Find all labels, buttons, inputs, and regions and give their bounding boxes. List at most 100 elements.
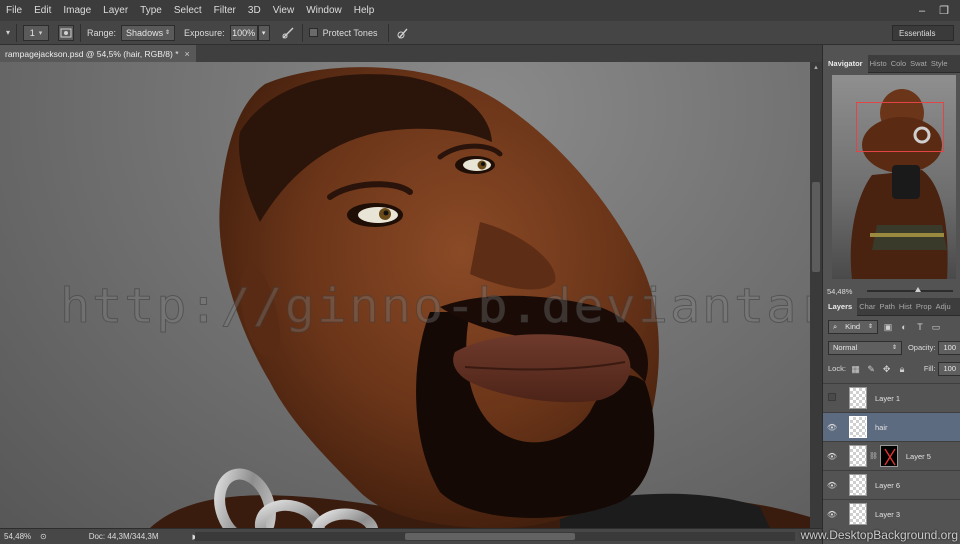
blend-mode-select[interactable]: Normal ⇕ (828, 340, 902, 355)
tab-layers[interactable]: Layers (823, 297, 858, 316)
fill-label: Fill: (923, 364, 936, 373)
shape-filter-icon[interactable]: ▭ (930, 321, 942, 333)
layer-row-layer-3[interactable]: 👁︎ Layer 3 (823, 499, 960, 528)
range-select[interactable]: Shadows ⇕ (121, 24, 176, 41)
blend-mode-value: Normal (833, 343, 858, 352)
eye-icon[interactable]: 👁︎ (823, 423, 841, 432)
exposure-input[interactable]: 100% (229, 24, 258, 41)
document-tab[interactable]: rampagejackson.psd @ 54,5% (hair, RGB/8)… (0, 45, 196, 62)
layer-list: Layer 1 👁︎ hair 👁︎ ⛓︎ Layer 5 👁︎ Layer 6 (823, 383, 960, 528)
layer-row-layer-1[interactable]: Layer 1 (823, 383, 960, 412)
tab-history[interactable]: Hist (897, 298, 914, 316)
vertical-scrollbar[interactable]: ▲ (810, 62, 822, 528)
tab-properties[interactable]: Prop (914, 298, 934, 316)
layers-tab-bar: Layers Char Path Hist Prop Adju (823, 297, 960, 316)
layer-row-layer-6[interactable]: 👁︎ Layer 6 (823, 470, 960, 499)
tab-adjustments[interactable]: Adju (934, 298, 953, 316)
range-label: Range: (87, 27, 117, 38)
menu-type[interactable]: Type (134, 0, 168, 21)
protect-tones-checkbox[interactable] (308, 28, 318, 37)
layer-row-layer-5[interactable]: 👁︎ ⛓︎ Layer 5 (823, 441, 960, 470)
airbrush-icon[interactable] (280, 25, 296, 41)
tab-swatches[interactable]: Swat (908, 55, 929, 73)
layer-filter-kind-select[interactable]: ⌕ Kind ⇕ (828, 319, 878, 334)
type-filter-icon[interactable]: T (914, 321, 926, 333)
blend-opacity-row: Normal ⇕ Opacity: 100 (823, 337, 960, 358)
lock-position-icon[interactable]: ✥ (881, 363, 892, 375)
pixel-filter-icon[interactable]: ▣ (882, 321, 894, 333)
menu-3d[interactable]: 3D (242, 0, 267, 21)
menu-window[interactable]: Window (300, 0, 348, 21)
tab-color[interactable]: Colo (889, 55, 908, 73)
tab-histogram[interactable]: Histo (868, 55, 889, 73)
layer-name: hair (875, 422, 888, 432)
zoom-readout[interactable]: 54,48% (4, 532, 36, 541)
document-tab-bar: rampagejackson.psd @ 54,5% (hair, RGB/8)… (0, 45, 822, 62)
layer-row-hair[interactable]: 👁︎ hair (823, 412, 960, 441)
menu-view[interactable]: View (267, 0, 301, 21)
chevron-updown-icon: ⇕ (867, 324, 873, 330)
close-icon[interactable]: × (185, 49, 190, 59)
tab-styles[interactable]: Style (929, 55, 950, 73)
tool-preset-picker[interactable]: ▾ (6, 28, 10, 37)
protect-tones-label: Protect Tones (322, 27, 378, 38)
adjustment-filter-icon[interactable]: ◐ (898, 321, 910, 333)
menu-bar: File Edit Image Layer Type Select Filter… (0, 0, 960, 21)
brush-panel-toggle[interactable] (58, 24, 75, 41)
tab-paths[interactable]: Path (877, 298, 896, 316)
menu-layer[interactable]: Layer (97, 0, 134, 21)
exposure-value: 100% (232, 27, 256, 38)
layer-thumbnail (849, 416, 867, 438)
menu-select[interactable]: Select (168, 0, 208, 21)
lock-all-icon[interactable]: 🔒︎ (896, 363, 907, 375)
brush-size-picker[interactable]: 1 ▾ (23, 24, 50, 41)
options-bar: ▾ 1 ▾ Range: Shadows ⇕ Exposure: 100% ▾ … (0, 21, 960, 45)
document-tab-title: rampagejackson.psd @ 54,5% (hair, RGB/8)… (5, 48, 179, 59)
menu-file[interactable]: File (0, 0, 28, 21)
zoom-slider-knob[interactable] (915, 287, 921, 292)
horizontal-scroll-thumb[interactable] (405, 533, 575, 540)
pressure-icon[interactable] (395, 25, 411, 41)
right-panel-dock: Navigator Histo Colo Swat Style 54,48% L… (822, 45, 960, 544)
layer-thumbnail (849, 387, 867, 409)
eye-icon[interactable]: 👁︎ (823, 452, 841, 461)
horizontal-scrollbar[interactable] (195, 532, 795, 541)
layer-filter-row: ⌕ Kind ⇕ ▣ ◐ T ▭ (823, 316, 960, 337)
opacity-input[interactable]: 100 (938, 340, 960, 355)
layer-mask-thumbnail[interactable] (879, 445, 898, 467)
navigator-zoom-readout[interactable]: 54,48% (827, 287, 852, 296)
layer-thumbnail (849, 445, 867, 467)
fill-input[interactable]: 100 (938, 361, 960, 376)
menu-help[interactable]: Help (348, 0, 381, 21)
divider (388, 23, 390, 42)
status-info-icon[interactable]: ⊙ (40, 532, 47, 541)
restore-icon[interactable]: ❐ (938, 5, 950, 17)
navigator-tab-bar: Navigator Histo Colo Swat Style (823, 54, 960, 73)
vertical-scroll-thumb[interactable] (812, 182, 820, 272)
lock-transparency-icon[interactable]: ▦ (850, 363, 861, 375)
eye-icon[interactable]: 👁︎ (823, 510, 841, 519)
minimize-icon[interactable]: – (916, 5, 928, 17)
menu-edit[interactable]: Edit (28, 0, 57, 21)
menu-image[interactable]: Image (57, 0, 97, 21)
layer-name: Layer 6 (875, 480, 901, 490)
mask-link-icon[interactable]: ⛓︎ (869, 452, 878, 460)
tab-navigator[interactable]: Navigator (823, 54, 868, 73)
document-canvas[interactable]: http://ginno-b.deviantart.com/ (0, 62, 810, 528)
navigator-view-rect[interactable] (856, 102, 944, 152)
chevron-updown-icon: ⇕ (891, 345, 897, 351)
layer-name: Layer 3 (875, 509, 901, 519)
workspace-label: Essentials (899, 28, 936, 38)
navigator-zoom-slider[interactable] (867, 287, 953, 292)
menu-filter[interactable]: Filter (208, 0, 242, 21)
fill-value: 100 (943, 364, 956, 373)
tab-character[interactable]: Char (857, 298, 877, 316)
workspace-switcher[interactable]: Essentials (892, 25, 954, 41)
exposure-dropdown[interactable]: ▾ (257, 24, 270, 41)
navigator-preview[interactable] (832, 75, 956, 279)
eye-icon[interactable]: 👁︎ (823, 481, 841, 490)
scroll-up-icon[interactable]: ▲ (813, 65, 819, 71)
layer-name: Layer 1 (875, 393, 901, 403)
lock-brush-icon[interactable]: ✎ (865, 363, 876, 375)
visibility-toggle-off[interactable] (823, 393, 841, 403)
